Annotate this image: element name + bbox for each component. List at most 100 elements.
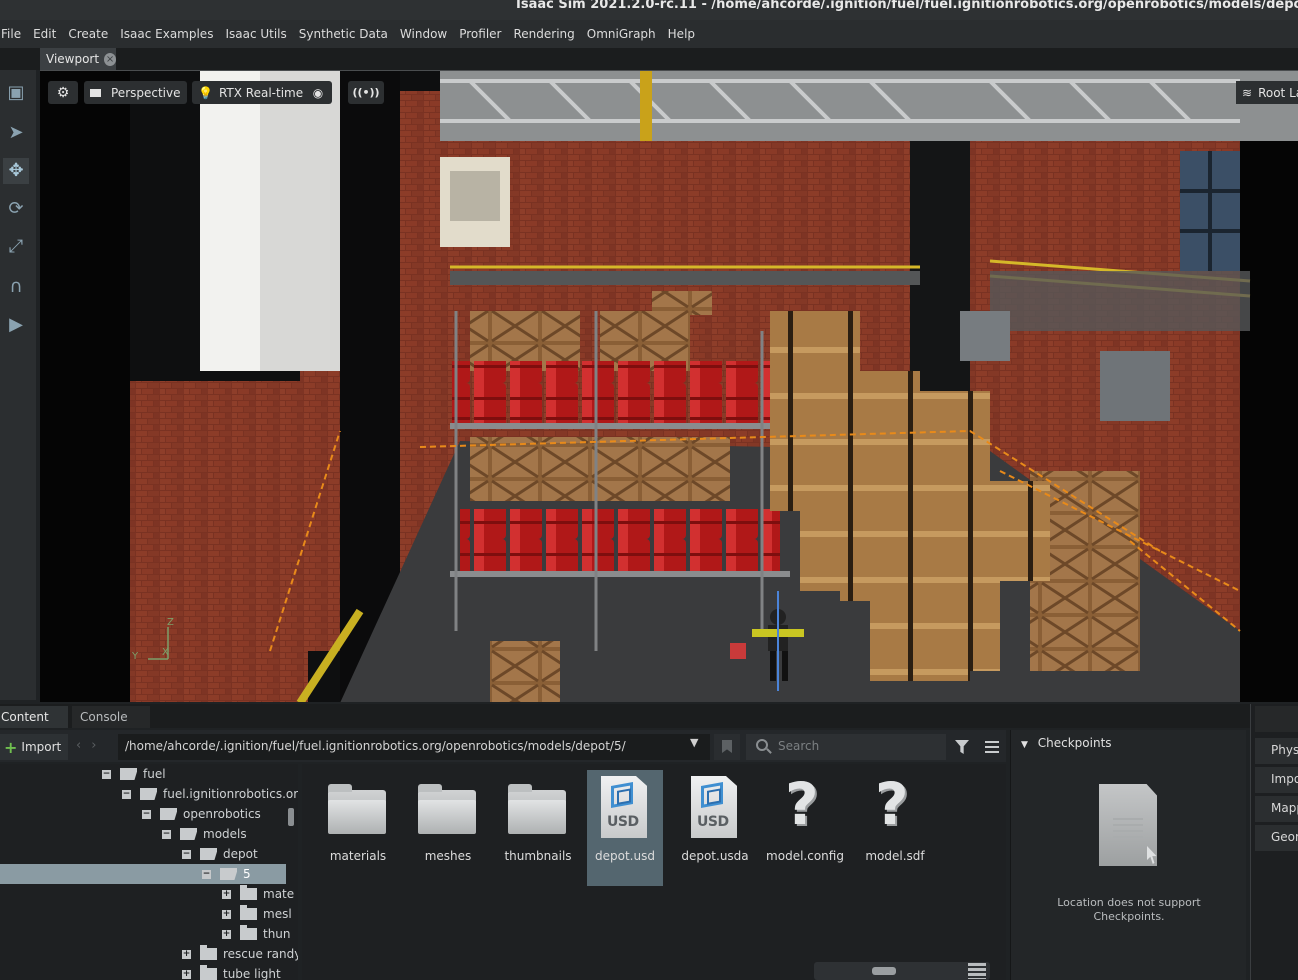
scale-icon[interactable]: ⤢ <box>3 234 29 260</box>
grid-item-depot-usd[interactable]: USD depot.usd <box>587 770 663 886</box>
usd-badge: USD <box>697 814 729 830</box>
right-panel-item-mapping[interactable]: Mapp <box>1255 796 1298 822</box>
menu-edit[interactable]: Edit <box>27 27 62 41</box>
root-layer-button[interactable]: ≋ Root La <box>1236 81 1298 104</box>
tree-item-fuel-ignitionrobotics[interactable]: − fuel.ignitionrobotics.org <box>0 784 298 804</box>
forward-arrow-icon[interactable]: › <box>91 738 106 753</box>
expand-icon[interactable]: + <box>222 889 231 899</box>
tree-scrollbar[interactable] <box>288 808 294 826</box>
menu-profiler[interactable]: Profiler <box>453 27 507 41</box>
menu-omnigraph[interactable]: OmniGraph <box>581 27 662 41</box>
right-panel-item-physics[interactable]: Phys <box>1255 738 1298 764</box>
tree-item-5[interactable]: − 5 <box>0 864 286 884</box>
folder-icon <box>200 945 217 960</box>
camera-button[interactable]: Perspective <box>84 81 187 104</box>
search-input[interactable]: Search <box>746 734 946 760</box>
axis-x-label: X <box>162 647 169 658</box>
tree-item-rescue-randy[interactable]: + rescue randy <box>0 944 298 964</box>
right-panel-item-import[interactable]: Impo <box>1255 767 1298 793</box>
folder-icon <box>508 784 566 834</box>
checkpoints-title: Checkpoints <box>1037 736 1112 750</box>
grid-item-model-config[interactable]: ? model.config <box>766 770 844 886</box>
tab-console[interactable]: Console <box>72 706 150 728</box>
tree-item-materials[interactable]: + mate <box>0 884 294 904</box>
menu-isaac-examples[interactable]: Isaac Examples <box>114 27 219 41</box>
collapse-icon[interactable]: − <box>182 849 191 859</box>
root-layer-label: Root La <box>1258 85 1298 100</box>
unknown-file-icon: ? <box>875 770 909 838</box>
folder-icon <box>200 965 217 980</box>
expand-icon[interactable]: + <box>222 929 231 939</box>
viewport-settings-button[interactable]: ⚙ <box>48 81 78 104</box>
collapse-icon[interactable]: − <box>102 769 111 779</box>
triangle-down-icon: ▼ <box>1021 740 1028 750</box>
tab-content[interactable]: Content <box>0 706 68 728</box>
renderer-label: RTX Real-time <box>218 85 304 100</box>
path-input[interactable]: /home/ahcorde/.ignition/fuel/fuel.igniti… <box>118 734 710 760</box>
grid-item-label: model.sdf <box>865 849 925 863</box>
collapse-icon[interactable]: − <box>202 869 211 879</box>
close-icon[interactable]: × <box>104 52 116 66</box>
filter-icon[interactable] <box>955 740 969 754</box>
tree-item-label: depot <box>223 847 258 861</box>
visibility-button[interactable]: ◉ <box>304 81 332 104</box>
tab-viewport-label: Viewport <box>46 52 100 66</box>
collapse-icon[interactable]: − <box>122 789 131 799</box>
menu-window[interactable]: Window <box>394 27 453 41</box>
menu-file[interactable]: File <box>0 27 27 41</box>
rotate-icon[interactable]: ⟳ <box>3 196 29 222</box>
checkpoints-panel: ▼ Checkpoints Location does not support … <box>1010 730 1246 980</box>
broadcast-button[interactable]: ((•)) <box>348 81 384 104</box>
tree-item-thumbnails[interactable]: + thun <box>0 924 291 944</box>
pointer-icon[interactable]: ➤ <box>3 120 29 146</box>
back-arrow-icon[interactable]: ‹ <box>76 738 91 753</box>
checkpoints-header[interactable]: ▼ Checkpoints <box>1021 736 1112 750</box>
move-icon[interactable]: ✥ <box>3 158 29 184</box>
viewport[interactable]: Z Y X ⚙ Perspective 💡 RTX Real-time ◉ ((… <box>40 70 1298 702</box>
window-title: Isaac Sim 2021.2.0-rc.11 - /home/ahcorde… <box>516 0 1298 12</box>
collapse-icon[interactable]: − <box>162 829 171 839</box>
expand-icon[interactable]: + <box>182 949 191 959</box>
grid-item-depot-usda[interactable]: USD depot.usda <box>677 770 753 886</box>
expand-icon[interactable]: + <box>182 969 191 979</box>
grid-item-materials[interactable]: materials <box>320 770 396 886</box>
right-panel-tab[interactable] <box>1255 706 1298 732</box>
tree-item-meshes[interactable]: + mesl <box>0 904 292 924</box>
tab-viewport[interactable]: Viewport × <box>40 48 116 70</box>
collapse-icon[interactable]: − <box>142 809 151 819</box>
folder-open-icon <box>180 828 197 840</box>
menu-isaac-utils[interactable]: Isaac Utils <box>219 27 292 41</box>
warehouse-scene[interactable] <box>40 71 1298 702</box>
lightbulb-icon: 💡 <box>198 85 213 100</box>
renderer-button[interactable]: 💡 RTX Real-time <box>192 81 310 104</box>
nav-arrows[interactable]: ‹› <box>76 738 106 753</box>
list-view-icon[interactable] <box>968 963 986 979</box>
checkpoints-message-line2: Checkpoints. <box>1093 910 1165 923</box>
chevron-down-icon[interactable]: ▼ <box>690 736 698 749</box>
eye-icon: ◉ <box>312 85 324 100</box>
broadcast-icon: ((•)) <box>352 86 380 99</box>
tree-item-tube-light[interactable]: + tube light <box>0 964 286 980</box>
menu-help[interactable]: Help <box>662 27 701 41</box>
right-panel-item-geometry[interactable]: Geom <box>1255 825 1298 851</box>
hamburger-menu-icon[interactable] <box>985 741 999 753</box>
grid-item-thumbnails[interactable]: thumbnails <box>500 770 576 886</box>
tree-item-label: thun <box>263 927 291 941</box>
menu-rendering[interactable]: Rendering <box>507 27 580 41</box>
import-button[interactable]: + Import <box>0 734 68 760</box>
menu-synthetic-data[interactable]: Synthetic Data <box>293 27 394 41</box>
select-mode-icon[interactable]: ▣ <box>3 80 29 106</box>
tree-item-depot[interactable]: − depot <box>0 844 286 864</box>
bookmark-icon[interactable] <box>714 734 740 760</box>
play-icon[interactable]: ▶ <box>3 312 29 338</box>
snap-icon[interactable]: ∩ <box>3 274 29 300</box>
tree-item-openrobotics[interactable]: − openrobotics <box>0 804 286 824</box>
tree-item-fuel[interactable]: − fuel <box>0 764 286 784</box>
menu-create[interactable]: Create <box>62 27 114 41</box>
grid-item-model-sdf[interactable]: ? model.sdf <box>857 770 933 886</box>
tree-item-models[interactable]: − models <box>0 824 286 844</box>
expand-icon[interactable]: + <box>222 909 231 919</box>
thumbnail-size-slider[interactable] <box>814 962 990 980</box>
grid-item-meshes[interactable]: meshes <box>410 770 486 886</box>
grid-item-label: model.config <box>766 849 844 863</box>
